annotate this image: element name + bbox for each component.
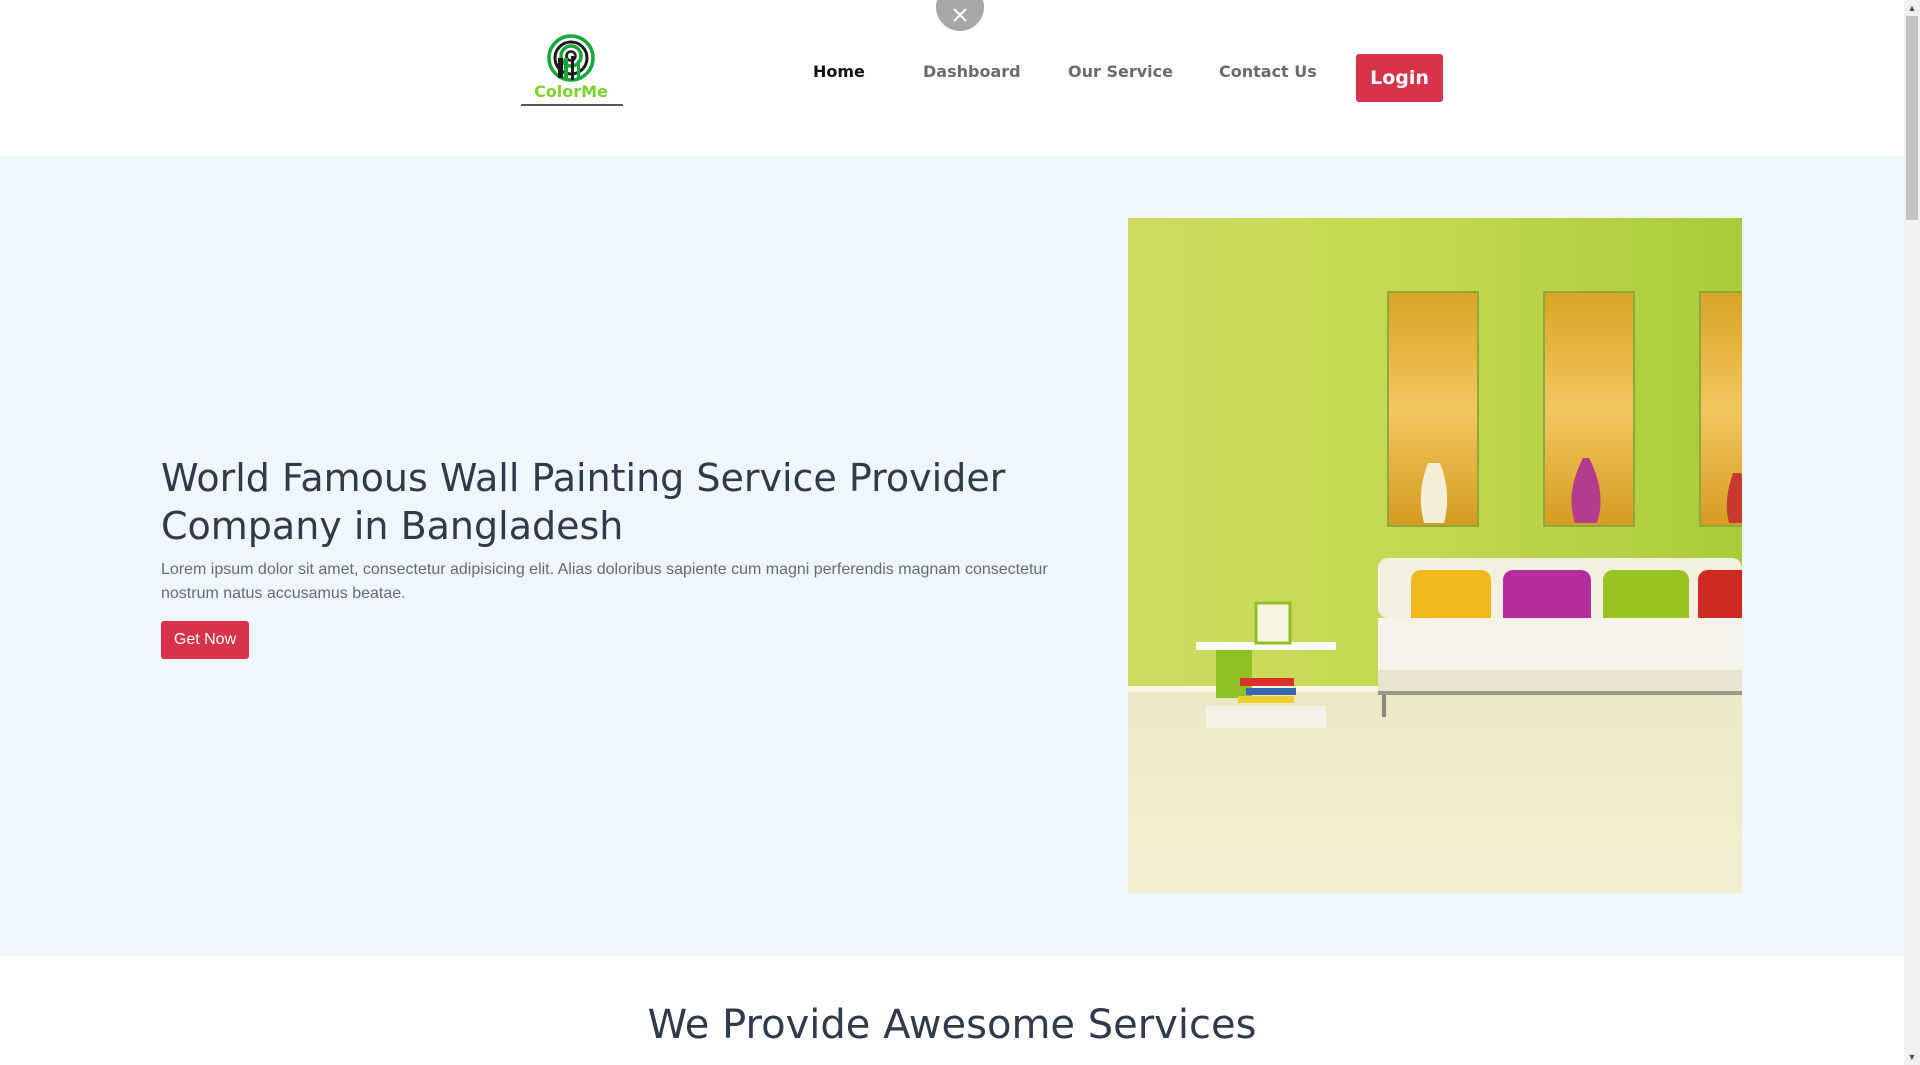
login-button[interactable]: Login	[1356, 54, 1443, 102]
hero-section: World Famous Wall Painting Service Provi…	[0, 156, 1904, 956]
nav-our-service[interactable]: Our Service	[1068, 62, 1173, 81]
close-icon	[953, 8, 967, 22]
nav-dashboard[interactable]: Dashboard	[923, 62, 1021, 81]
site-header: ColorMe Home Dashboard Our Service Conta…	[0, 0, 1904, 156]
hero-description: Lorem ipsum dolor sit amet, consectetur …	[161, 561, 1048, 602]
hero-image	[1128, 218, 1742, 893]
close-button[interactable]	[936, 0, 984, 31]
logo[interactable]: ColorMe	[521, 34, 625, 108]
nav-home[interactable]: Home	[813, 62, 865, 81]
logo-underline	[521, 104, 623, 106]
logo-text: ColorMe	[534, 82, 608, 101]
hero-title: World Famous Wall Painting Service Provi…	[161, 456, 1006, 548]
scroll-up-arrow-icon[interactable]: ▲	[1904, 0, 1920, 16]
services-title: We Provide Awesome Services	[647, 1002, 1257, 1048]
nav-contact-us[interactable]: Contact Us	[1219, 62, 1317, 81]
page: ColorMe Home Dashboard Our Service Conta…	[0, 0, 1904, 1065]
get-now-button[interactable]: Get Now	[161, 621, 249, 659]
scrollbar[interactable]: ▲ ▼	[1904, 0, 1920, 1065]
scroll-down-arrow-icon[interactable]: ▼	[1904, 1049, 1920, 1065]
logo-mark-icon	[547, 34, 595, 82]
scroll-thumb[interactable]	[1906, 16, 1918, 220]
